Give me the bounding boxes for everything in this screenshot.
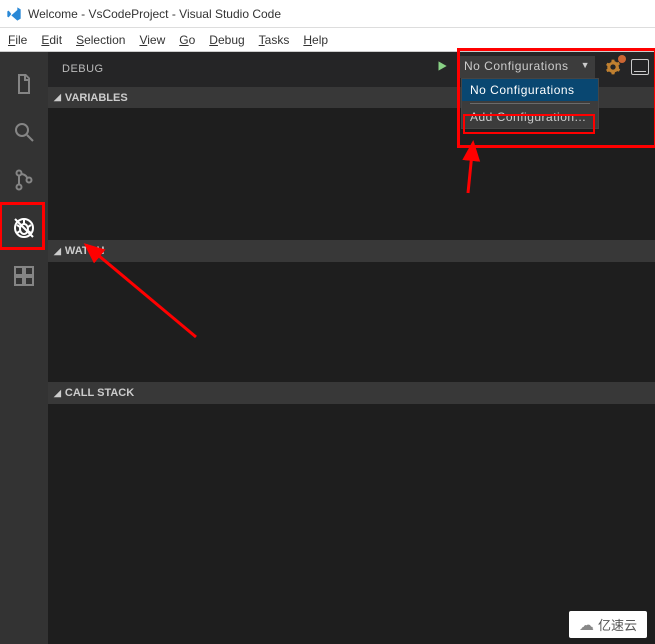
start-debug-button[interactable] — [435, 59, 449, 76]
menu-tasks[interactable]: Tasks — [259, 33, 290, 47]
window-title-bar: Welcome - VsCodeProject - Visual Studio … — [0, 0, 655, 28]
menu-debug[interactable]: Debug — [209, 33, 244, 47]
menu-selection[interactable]: Selection — [76, 33, 125, 47]
vscode-logo-icon — [6, 6, 22, 22]
activity-bar — [0, 52, 48, 644]
menu-go[interactable]: Go — [179, 33, 195, 47]
dropdown-divider — [470, 103, 590, 104]
section-callstack-body — [48, 404, 655, 644]
chevron-down-icon: ◢ — [54, 92, 61, 103]
debug-console-button[interactable] — [631, 59, 649, 75]
section-watch-body — [48, 262, 655, 382]
debug-sidebar: DEBUG No Configurations No Configuration… — [48, 52, 655, 644]
activity-explorer[interactable] — [0, 60, 48, 108]
menu-file[interactable]: File — [8, 33, 27, 47]
activity-source-control[interactable] — [0, 156, 48, 204]
activity-search[interactable] — [0, 108, 48, 156]
watermark: ☁ 亿速云 — [569, 611, 647, 638]
section-watch-header[interactable]: ◢ WATCH — [48, 240, 655, 262]
menu-help[interactable]: Help — [303, 33, 328, 47]
dropdown-item-add-config[interactable]: Add Configuration... — [462, 106, 598, 128]
dropdown-item-no-config[interactable]: No Configurations — [462, 79, 598, 101]
menu-view[interactable]: View — [139, 33, 165, 47]
settings-badge-icon — [618, 55, 626, 63]
debug-config-select[interactable]: No Configurations — [457, 56, 595, 78]
debug-config-dropdown: No Configurations Add Configuration... — [461, 78, 599, 129]
menu-bar: File Edit Selection View Go Debug Tasks … — [0, 28, 655, 52]
watermark-icon: ☁ — [579, 616, 594, 634]
chevron-down-icon: ◢ — [54, 388, 61, 399]
activity-debug[interactable] — [0, 204, 48, 252]
chevron-down-icon: ◢ — [54, 246, 61, 257]
sidebar-title: DEBUG No Configurations No Configuration… — [48, 52, 655, 87]
section-callstack-header[interactable]: ◢ CALL STACK — [48, 382, 655, 404]
debug-settings-button[interactable] — [603, 57, 623, 77]
menu-edit[interactable]: Edit — [41, 33, 62, 47]
activity-extensions[interactable] — [0, 252, 48, 300]
debug-toolbar: No Configurations — [435, 56, 649, 78]
window-title-text: Welcome - VsCodeProject - Visual Studio … — [28, 7, 281, 21]
